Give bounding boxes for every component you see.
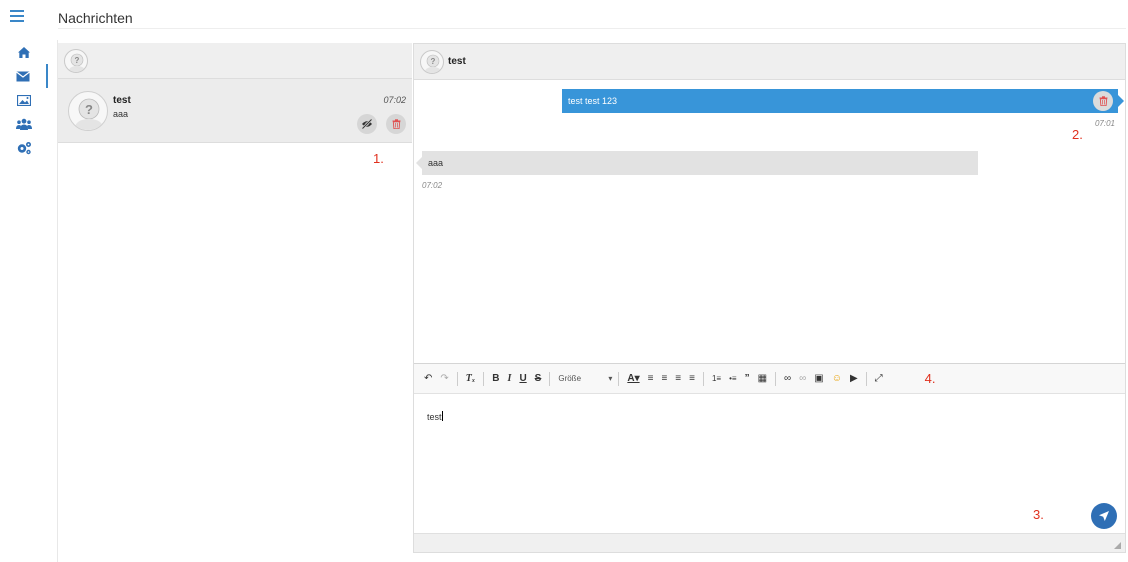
font-size-label: Größe: [558, 374, 582, 383]
editor-input[interactable]: test: [414, 395, 1125, 534]
toolbar-separator: [775, 371, 777, 386]
chat-title: test: [448, 56, 466, 67]
avatar-placeholder-icon: ?: [74, 98, 104, 130]
image-icon: [17, 94, 31, 106]
align-center-icon[interactable]: ≡: [661, 373, 667, 385]
users-icon: [16, 118, 32, 130]
link-icon[interactable]: ∞: [784, 373, 791, 385]
gears-icon: [17, 142, 31, 155]
text-color-icon[interactable]: A▾: [627, 373, 639, 385]
mark-unread-button[interactable]: [357, 114, 377, 134]
sidebar-item-home[interactable]: [0, 40, 48, 64]
unlink-icon[interactable]: ∞: [799, 373, 806, 385]
sidebar-item-messages[interactable]: [0, 64, 48, 88]
youtube-icon[interactable]: ▶: [850, 373, 858, 385]
redo-icon[interactable]: ↷: [440, 373, 448, 385]
resize-handle-icon[interactable]: [1114, 542, 1121, 549]
sidebar-item-gallery[interactable]: [0, 88, 48, 112]
delete-conversation-button[interactable]: [386, 114, 406, 134]
svg-text:?: ?: [431, 57, 436, 66]
bullet-list-icon[interactable]: •≡: [729, 373, 736, 385]
conversation-list: ? ? test aaa 07:02: [58, 43, 412, 144]
avatar-placeholder-icon: ?: [424, 54, 442, 73]
conversation-time: 07:02: [383, 95, 406, 105]
emoji-icon[interactable]: ☺: [832, 373, 842, 385]
conversation-list-header: ?: [58, 43, 412, 79]
text-caret: [441, 411, 443, 421]
underline-icon[interactable]: U: [519, 373, 526, 385]
message-time: 07:01: [1094, 119, 1115, 128]
toolbar-separator: [456, 371, 458, 386]
sidebar: [0, 40, 48, 562]
divider: [58, 28, 1126, 29]
send-button[interactable]: [1091, 503, 1117, 529]
chat-avatar: ?: [420, 50, 444, 74]
message-editor: ↶ ↷ Tₓ B I U S Größe ▾ A▾ ≡ ≡ ≡ ≡ 1≡ •≡ ”…: [414, 363, 1125, 552]
top-bar: Nachrichten: [0, 0, 1128, 36]
dropdown-arrow-icon: ▾: [608, 374, 613, 383]
font-size-select[interactable]: Größe ▾: [558, 374, 612, 383]
annotation-4: 4.: [924, 371, 936, 386]
svg-text:?: ?: [85, 102, 93, 117]
align-justify-icon[interactable]: ≡: [689, 373, 695, 385]
trash-icon: [1099, 96, 1107, 106]
bubble-tail: [1118, 95, 1124, 107]
message-time: 07:02: [422, 181, 443, 190]
annotation-2: 2.: [1072, 127, 1083, 142]
toolbar-separator: [618, 371, 620, 386]
editor-toolbar: ↶ ↷ Tₓ B I U S Größe ▾ A▾ ≡ ≡ ≡ ≡ 1≡ •≡ ”…: [414, 364, 1125, 394]
contact-avatar: ?: [68, 91, 108, 131]
chat-header: ? test: [414, 44, 1125, 80]
own-avatar: ?: [64, 49, 88, 73]
numbered-list-icon[interactable]: 1≡: [712, 373, 721, 385]
conversation-item[interactable]: ? test aaa 07:02: [58, 79, 412, 143]
paper-plane-icon: [1099, 511, 1109, 521]
conversation-name: test: [113, 95, 131, 106]
clear-format-icon[interactable]: Tₓ: [466, 373, 476, 385]
insert-image-icon[interactable]: ▣: [814, 373, 823, 385]
quote-icon[interactable]: ”: [745, 373, 750, 385]
editor-text: test: [427, 412, 442, 422]
home-icon: [18, 46, 30, 58]
annotation-1: 1.: [373, 151, 384, 166]
conversation-preview: aaa: [113, 109, 129, 119]
toolbar-separator: [483, 371, 485, 386]
eye-slash-icon: [361, 119, 373, 129]
table-icon[interactable]: ▦: [758, 373, 767, 385]
undo-icon[interactable]: ↶: [424, 373, 432, 385]
fullscreen-icon[interactable]: ⤢: [875, 373, 883, 385]
strikethrough-icon[interactable]: S: [535, 373, 542, 385]
italic-icon[interactable]: I: [508, 373, 512, 385]
avatar-placeholder-icon: ?: [68, 53, 86, 72]
message-area[interactable]: test test 123 07:01 2. aaa 07:02: [414, 81, 1125, 363]
message-text: test test 123: [568, 96, 618, 106]
annotation-3: 3.: [1033, 507, 1044, 522]
page-title: Nachrichten: [58, 10, 133, 26]
sidebar-item-users[interactable]: [0, 112, 48, 136]
envelope-icon: [16, 71, 30, 81]
message-outgoing: test test 123: [562, 89, 1118, 113]
menu-icon[interactable]: [10, 10, 24, 22]
svg-text:?: ?: [75, 56, 80, 65]
sidebar-item-settings[interactable]: [0, 136, 48, 160]
toolbar-separator: [702, 371, 704, 386]
toolbar-separator: [865, 371, 867, 386]
editor-statusbar: [414, 533, 1125, 552]
align-right-icon[interactable]: ≡: [675, 373, 681, 385]
message-text: aaa: [428, 158, 444, 168]
delete-message-button[interactable]: [1093, 91, 1113, 111]
align-left-icon[interactable]: ≡: [648, 373, 654, 385]
toolbar-separator: [549, 371, 551, 386]
chat-panel: ? test test test 123 07:01 2. aaa 07:02 …: [413, 43, 1126, 553]
bold-icon[interactable]: B: [492, 373, 499, 385]
trash-icon: [392, 119, 400, 129]
message-incoming: aaa: [422, 151, 978, 175]
